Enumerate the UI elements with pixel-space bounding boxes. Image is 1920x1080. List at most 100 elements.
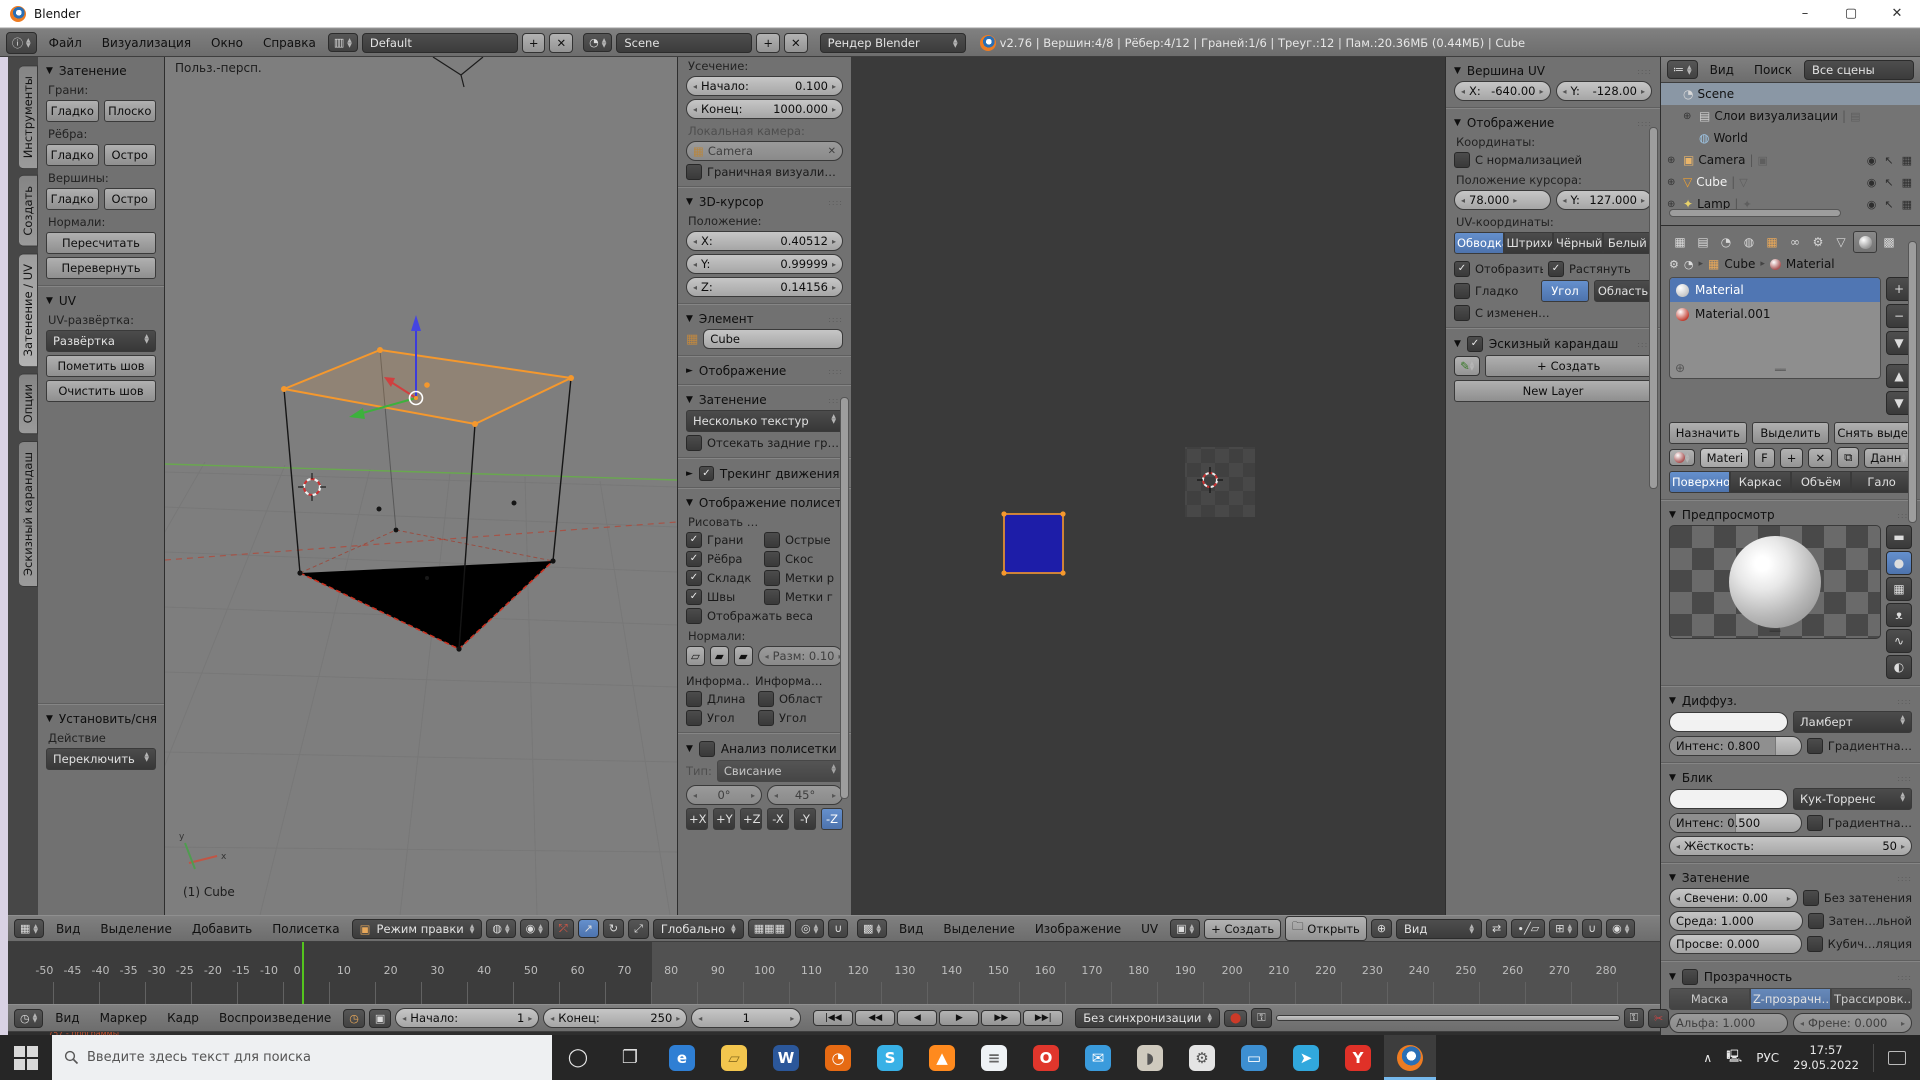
unwrap-menu[interactable]: Развёртка ▲ ▼ <box>46 330 156 352</box>
scene-delete-button[interactable]: ✕ <box>784 32 808 53</box>
tray-network-icon[interactable]: 🖳 <box>1726 1047 1742 1068</box>
keying-set-icon[interactable]: ⚿ <box>1251 1008 1272 1028</box>
uv-menu-image[interactable]: Изображение <box>1027 922 1129 936</box>
outliner-filter-dropdown[interactable]: Все сцены <box>1803 59 1914 80</box>
clear-seam-button[interactable]: Очистить шов <box>46 380 156 402</box>
editor-type-3d-icon[interactable]: ▦ ▲ ▼ <box>14 919 45 938</box>
frame-start-field[interactable]: ◂ Начало: 1 ▸ <box>395 1008 540 1028</box>
specular-color-swatch[interactable] <box>1669 789 1788 809</box>
image-new-button[interactable]: + Создать <box>1204 918 1282 939</box>
mode-dropdown[interactable]: ▣ Режим правки ▲ ▼ <box>351 918 483 939</box>
selectability-icon[interactable]: ↖ <box>1884 154 1893 167</box>
tab-data-icon[interactable]: ▽ <box>1830 232 1852 252</box>
start-button[interactable] <box>0 1035 52 1080</box>
image-browse-icon[interactable]: ▣ ▲ ▼ <box>1170 919 1201 938</box>
draw-face-marks-checkbox[interactable] <box>764 589 780 605</box>
link-data-dropdown[interactable]: Данн ▲ ▼ <box>1864 447 1912 468</box>
show-other-objects-checkbox[interactable]: ✓ <box>1454 261 1470 277</box>
draw-edges-checkbox[interactable]: ✓ <box>686 551 702 567</box>
tab-tools[interactable]: Инструменты <box>19 65 38 170</box>
taskbar-app-blender[interactable] <box>1384 1035 1436 1080</box>
close-button[interactable]: ✕ <box>1874 0 1920 27</box>
taskbar-app-vlc[interactable]: ▲ <box>916 1035 968 1080</box>
deselect-button[interactable]: Снять выде… <box>1834 422 1913 444</box>
tab-modifiers-icon[interactable]: ⚙ <box>1807 232 1829 252</box>
breadcrumb-material[interactable]: Material <box>1786 257 1835 271</box>
diffuse-ramp-checkbox[interactable] <box>1806 738 1823 754</box>
expand-icon[interactable]: ⊕ <box>1667 199 1679 210</box>
backface-cull-checkbox[interactable] <box>686 435 702 451</box>
specular-shader-dropdown[interactable]: Кук-Торренс ▲ ▼ <box>1793 788 1912 810</box>
uv-mode-1[interactable]: Штрихи <box>1503 232 1553 254</box>
clip-end-field[interactable]: ◂ Конец: 1000.000 ▸ <box>686 99 843 119</box>
taskbar-app-notepad[interactable]: ≡ <box>968 1035 1020 1080</box>
visibility-icon[interactable]: ◉ <box>1867 176 1877 189</box>
transparency-mode-tab-0[interactable]: Маска <box>1669 988 1750 1010</box>
layout-delete-button[interactable]: ✕ <box>549 32 574 53</box>
cursor-x-field[interactable]: ◂ X: 0.40512 ▸ <box>686 231 843 251</box>
draw-faces-checkbox[interactable]: ✓ <box>686 532 702 548</box>
tab-shading-uv[interactable]: Затенение / UV <box>19 252 38 368</box>
tab-grease-pencil[interactable]: Эскизный карандаш <box>19 440 38 587</box>
material-slot[interactable]: Material <box>1670 278 1880 302</box>
uv-menu-select[interactable]: Выделение <box>935 922 1022 936</box>
item-name-field[interactable]: Cube <box>703 329 843 349</box>
uv-mode-0[interactable]: Обводка <box>1454 232 1504 254</box>
translucency-field[interactable]: Просве: 0.000 <box>1669 934 1802 954</box>
selectability-icon[interactable]: ↖ <box>1884 198 1893 211</box>
insert-key-icon[interactable]: ⚿ <box>1623 1008 1644 1028</box>
renderability-icon[interactable]: ▦ <box>1902 176 1912 189</box>
select-button[interactable]: Выделить <box>1751 422 1830 444</box>
v3d-menu-select[interactable]: Выделение <box>92 922 179 936</box>
expand-icon[interactable]: ⊕ <box>1683 111 1695 122</box>
prev-keyframe-button[interactable]: ◀◀ <box>855 1010 896 1026</box>
stretch-angle-button[interactable]: Угол <box>1541 280 1589 302</box>
tl-menu-frame[interactable]: Кадр <box>159 1011 207 1025</box>
grease-pencil-checkbox[interactable]: ✓ <box>1466 336 1483 352</box>
manipulator-axis-icon[interactable]: ⤱ <box>552 918 574 939</box>
uv-panel-scrollbar[interactable] <box>1649 127 1658 489</box>
mesh-analysis-checkbox[interactable] <box>698 741 715 757</box>
preview-cube-button[interactable]: ▦ <box>1886 577 1912 601</box>
fresnel-field[interactable]: ◂ Френе: 0.000 ▸ <box>1793 1013 1912 1033</box>
axis-button-mZ[interactable]: -Z <box>821 808 843 830</box>
vertex-sharp-button[interactable]: Остро <box>103 188 156 210</box>
uv-sync-selection-icon[interactable]: ⇄ <box>1486 919 1508 938</box>
screen-layout-icon[interactable]: ▥ ▲ ▼ <box>327 33 358 52</box>
shade-smooth-button[interactable]: Гладко <box>46 100 99 122</box>
language-indicator[interactable]: РУС <box>1756 1051 1779 1065</box>
material-type-tab-1[interactable]: Каркас <box>1729 471 1791 493</box>
outliner-row-world[interactable]: ◍ World <box>1661 127 1920 149</box>
v3d-menu-mesh[interactable]: Полисетка <box>264 922 347 936</box>
maximize-button[interactable]: ▢ <box>1828 0 1874 27</box>
outliner-row-слои-визуализации[interactable]: ⊕ ▤ Слои визуализации | ▤ <box>1661 105 1920 127</box>
image-pin-icon[interactable]: ⊕ <box>1370 919 1393 938</box>
tab-render-icon[interactable]: ▦ <box>1669 232 1691 252</box>
taskbar-app-opera[interactable]: O <box>1020 1035 1072 1080</box>
uv-sticky-icon[interactable]: ⊞ ▲ ▼ <box>1549 919 1579 938</box>
uv-menu-uvs[interactable]: UV <box>1133 922 1166 936</box>
taskbar-app-firefox[interactable]: ◔ <box>812 1035 864 1080</box>
properties-scrollbar[interactable] <box>1908 241 1917 523</box>
notification-center-icon[interactable] <box>1888 1050 1906 1065</box>
uv-snap-icon[interactable]: ∪ <box>1582 919 1603 938</box>
fake-user-button[interactable]: F <box>1754 447 1775 468</box>
v3d-menu-view[interactable]: Вид <box>48 922 88 936</box>
sync-dropdown[interactable]: Без синхронизации ▲ ▼ <box>1075 1008 1221 1028</box>
analysis-type-dropdown[interactable]: Свисание ▲ ▼ <box>716 760 843 782</box>
outliner-row-scene[interactable]: ◔ Scene <box>1661 83 1920 105</box>
loose-normals-toggle[interactable]: ▰ <box>709 646 729 666</box>
menu-window[interactable]: Окно <box>203 36 251 50</box>
taskbar-app-yandex-browser[interactable]: Y <box>1332 1035 1384 1080</box>
taskbar-app-task-view[interactable]: ❐ <box>604 1035 656 1080</box>
renderability-icon[interactable]: ▦ <box>1902 154 1912 167</box>
modified-edges-checkbox[interactable] <box>1454 305 1470 321</box>
editor-type-info-icon[interactable]: ⓘ ▲ ▼ <box>6 31 37 54</box>
layout-selector[interactable]: Default <box>361 32 518 53</box>
visibility-icon[interactable]: ◉ <box>1867 198 1877 211</box>
edge-smooth-button[interactable]: Гладко <box>46 144 99 166</box>
recalculate-button[interactable]: Пересчитать <box>46 232 156 254</box>
taskbar-app-settings[interactable]: ⚙ <box>1176 1035 1228 1080</box>
taskbar-search[interactable]: Введите здесь текст для поиска <box>52 1035 552 1080</box>
tl-menu-view[interactable]: Вид <box>47 1011 87 1025</box>
